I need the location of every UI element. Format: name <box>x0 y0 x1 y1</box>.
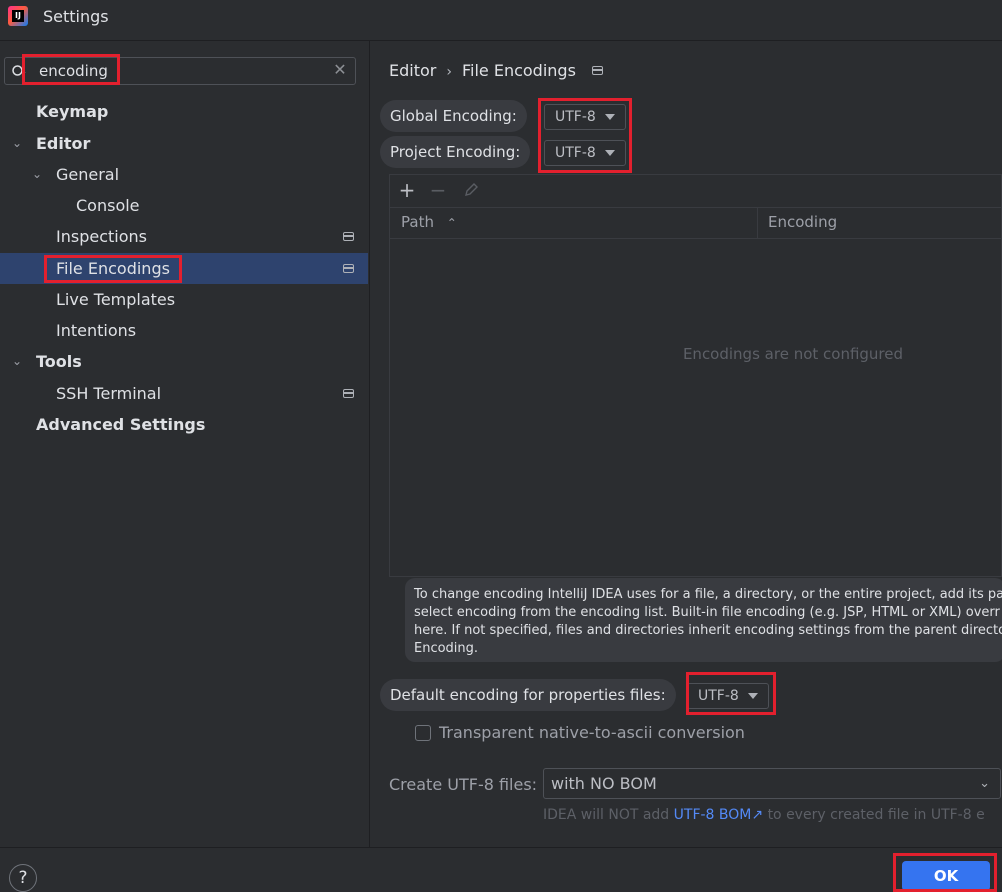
info-line: To change encoding IntelliJ IDEA uses fo… <box>414 587 1002 602</box>
info-description: To change encoding IntelliJ IDEA uses fo… <box>405 578 1002 662</box>
info-line: here. If not specified, files and direct… <box>414 623 1002 638</box>
hint-suffix: to every created file in UTF-8 e <box>767 807 985 823</box>
sidebar-item-live-templates[interactable]: Live Templates <box>0 284 368 315</box>
sidebar-item-label: File Encodings <box>56 259 170 278</box>
ok-button[interactable]: OK <box>902 861 990 891</box>
create-utf8-label: Create UTF-8 files: <box>389 775 538 794</box>
sidebar-item-label: Inspections <box>56 227 147 246</box>
global-encoding-value: UTF-8 <box>555 109 596 125</box>
sort-ascending-icon: ⌃ <box>446 216 457 230</box>
remove-icon[interactable]: − <box>429 180 447 200</box>
transparent-native-to-ascii-label[interactable]: Transparent native-to-ascii conversion <box>439 723 745 742</box>
clear-search-icon[interactable]: ✕ <box>331 61 349 79</box>
title-bar: IJ Settings <box>0 0 1002 41</box>
search-input[interactable] <box>39 61 319 81</box>
sidebar-item-editor[interactable]: ⌄ Editor <box>0 128 368 159</box>
create-utf8-value: with NO BOM <box>551 774 657 793</box>
bom-hint: IDEA will NOT add UTF-8 BOM↗ to every cr… <box>543 807 985 823</box>
dropdown-arrow-icon <box>605 114 615 120</box>
info-line: Encoding. <box>414 641 479 656</box>
utf8-bom-link[interactable]: UTF-8 BOM <box>674 807 752 823</box>
hint-prefix: IDEA will NOT add <box>543 807 670 823</box>
table-empty-text: Encodings are not configured <box>682 345 904 363</box>
sidebar-item-label: Editor <box>36 134 91 153</box>
transparent-native-to-ascii-checkbox[interactable] <box>415 725 431 741</box>
sidebar-item-label: Intentions <box>56 321 137 340</box>
sidebar-item-label: Console <box>76 196 140 215</box>
search-icon[interactable] <box>11 63 27 79</box>
sidebar-item-general[interactable]: ⌄ General <box>0 159 368 190</box>
sidebar-item-label: General <box>56 165 120 184</box>
sidebar-item-ssh-terminal[interactable]: SSH Terminal <box>0 378 368 409</box>
properties-encoding-select[interactable]: UTF-8 <box>687 683 769 709</box>
breadcrumb-item[interactable]: Editor <box>389 61 436 80</box>
chevron-down-icon[interactable]: ⌄ <box>12 128 26 159</box>
add-icon[interactable]: + <box>398 180 416 200</box>
create-utf8-select[interactable]: with NO BOM ⌄ <box>543 768 1001 799</box>
sidebar-item-keymap[interactable]: Keymap <box>0 96 368 127</box>
column-header-path[interactable]: Path ⌃ <box>401 207 457 238</box>
sidebar-item-label: SSH Terminal <box>56 384 162 403</box>
breadcrumb: Editor › File Encodings <box>389 61 603 80</box>
dropdown-arrow-icon <box>605 150 615 156</box>
chevron-down-icon[interactable]: ⌄ <box>12 346 26 377</box>
edit-pencil-icon[interactable] <box>462 181 480 199</box>
project-encoding-label: Project Encoding: <box>380 136 531 168</box>
breadcrumb-separator-icon: › <box>446 64 452 80</box>
project-encoding-select[interactable]: UTF-8 <box>544 140 626 166</box>
project-level-icon <box>343 389 354 398</box>
settings-main-panel: Editor › File Encodings Global Encoding: U… <box>370 41 1002 847</box>
properties-encoding-label: Default encoding for properties files: <box>380 679 676 711</box>
column-header-encoding[interactable]: Encoding <box>768 207 837 238</box>
sidebar-item-label: Advanced Settings <box>36 415 206 434</box>
dialog-footer: ? OK <box>0 847 1002 892</box>
global-encoding-label: Global Encoding: <box>380 100 527 132</box>
sidebar-item-console[interactable]: Console <box>0 190 368 221</box>
window-title: Settings <box>43 7 109 26</box>
project-level-icon <box>591 66 603 75</box>
help-button[interactable]: ? <box>9 864 37 892</box>
chevron-down-icon[interactable]: ⌄ <box>32 159 46 190</box>
project-level-icon <box>343 232 354 241</box>
properties-encoding-value: UTF-8 <box>698 688 739 704</box>
settings-search-box[interactable]: ✕ <box>4 57 356 85</box>
chevron-down-icon: ⌄ <box>979 776 990 791</box>
dropdown-arrow-icon <box>748 693 758 699</box>
breadcrumb-item: File Encodings <box>461 61 576 80</box>
column-header-label: Path <box>401 213 434 231</box>
sidebar-item-tools[interactable]: ⌄ Tools <box>0 346 368 377</box>
sidebar-item-inspections[interactable]: Inspections <box>0 221 368 252</box>
intellij-app-icon: IJ <box>8 6 28 26</box>
sidebar-item-label: Keymap <box>36 102 109 121</box>
sidebar-item-label: Live Templates <box>56 290 176 309</box>
sidebar-item-intentions[interactable]: Intentions <box>0 315 368 346</box>
sidebar-item-file-encodings[interactable]: File Encodings <box>0 253 368 284</box>
encodings-table: + − Path ⌃ Encoding Encodings are not co… <box>389 174 1002 577</box>
sidebar-item-advanced-settings[interactable]: Advanced Settings <box>0 409 368 440</box>
table-header: Path ⌃ Encoding <box>390 207 1002 239</box>
external-link-icon[interactable]: ↗ <box>751 807 763 823</box>
column-divider[interactable] <box>757 207 758 238</box>
project-encoding-value: UTF-8 <box>555 145 596 161</box>
table-toolbar: + − <box>390 175 1002 208</box>
settings-sidebar: ✕ Keymap ⌄ Editor ⌄ General Console Insp… <box>0 41 370 847</box>
info-line: select encoding from the encoding list. … <box>414 605 1000 620</box>
project-level-icon <box>343 264 354 273</box>
global-encoding-select[interactable]: UTF-8 <box>544 104 626 130</box>
sidebar-item-label: Tools <box>36 352 82 371</box>
